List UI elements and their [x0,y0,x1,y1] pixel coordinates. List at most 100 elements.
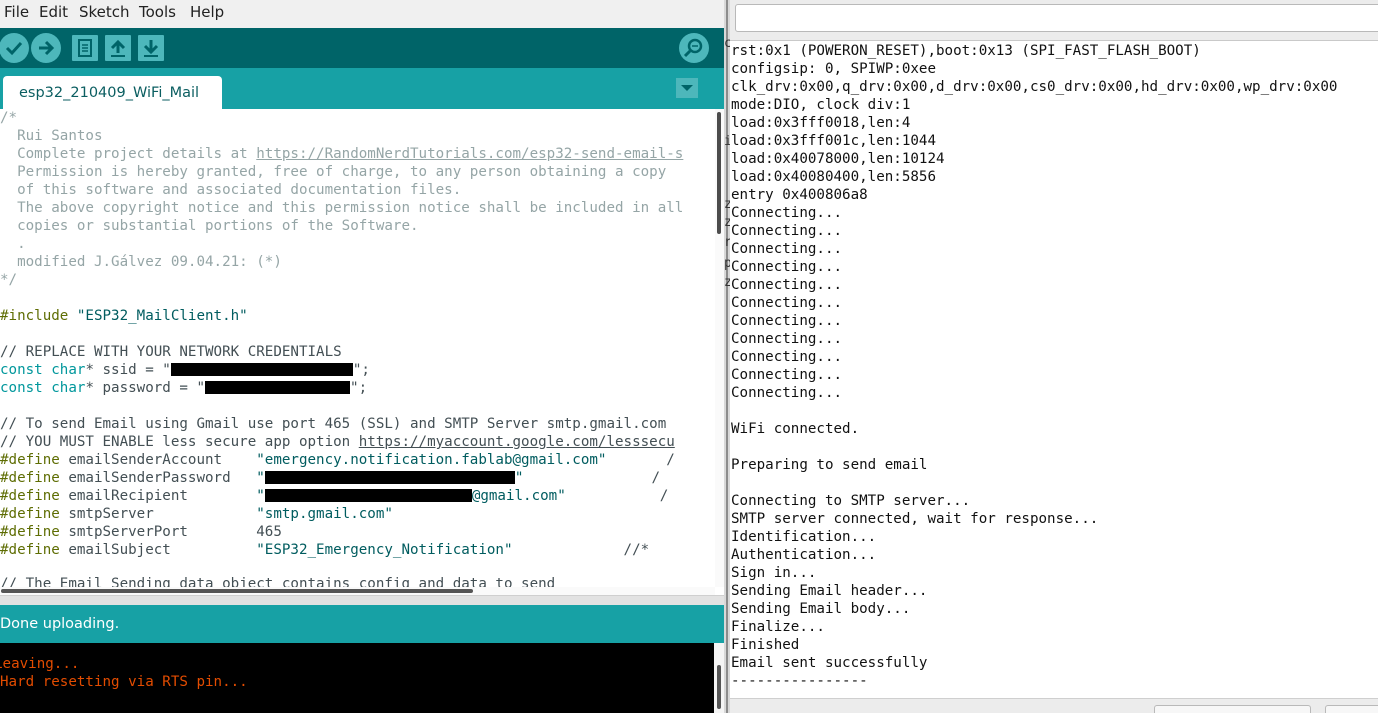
code-text: smtpServerPort [59,524,257,540]
code-keyword: char [51,362,86,378]
serial-line: load:0x40080400,len:5856 [731,169,936,185]
serial-line: Connecting... [731,331,843,347]
code-keyword: #define [0,488,60,504]
code-line: #define emailSubject "ESP32_Emergency_No… [0,541,649,559]
code-string: " [256,470,265,486]
code-keyword: char [51,380,86,396]
code-text: smtpServer [59,506,257,522]
tab-menu-button[interactable] [676,78,698,98]
serial-line: Preparing to send email [731,457,928,473]
serial-line: Connecting... [731,385,843,401]
redaction-bar [205,381,351,394]
code-string: "smtp.gmail.com" [256,506,393,522]
tab-sketch-label: esp32_210409_WiFi_Mail [19,85,200,101]
serial-line: load:0x3fff0018,len:4 [731,115,911,131]
code-line: // YOU MUST ENABLE less secure app optio… [0,433,675,451]
save-icon [143,40,159,57]
code-line: // REPLACE WITH YOUR NETWORK CREDENTIALS [0,344,342,360]
code-string: "emergency.notification.fablab@gmail.com… [256,452,607,468]
serial-line: Connecting... [731,205,843,221]
serial-line: Sending Email body... [731,601,911,617]
code-number: 465 [256,524,282,540]
console-scrollbar[interactable] [714,643,724,713]
scroll-thumb[interactable] [1,589,473,593]
code-text: "; [350,380,368,396]
open-icon [110,39,126,57]
menu-file[interactable]: File [4,3,29,21]
code-text: //* [512,542,650,558]
console-line: Hard resetting via RTS pin... [0,674,248,690]
serial-send-input[interactable] [735,4,1378,32]
code-line: modified J.Gálvez 09.04.21: (*) [0,254,282,270]
code-line: #define emailRecipient " @gmail.com" / [0,487,668,505]
serial-line: Connecting... [731,349,843,365]
menu-help[interactable]: Help [190,3,224,21]
tab-sketch[interactable]: esp32_210409_WiFi_Mail [3,76,222,109]
serial-line: load:0x40078000,len:10124 [731,151,945,167]
serial-line: Connecting... [731,295,843,311]
baud-rate-select[interactable] [1325,705,1378,713]
serial-monitor-button[interactable] [679,33,709,63]
arduino-ide-window: File Edit Sketch Tools Help esp32_210409… [0,0,724,713]
code-text: "; [352,362,370,378]
code-text: // YOU MUST ENABLE less secure app optio… [0,434,359,450]
new-sketch-button[interactable] [72,35,98,61]
autoscroll-control[interactable] [1154,705,1311,713]
save-sketch-button[interactable] [138,35,164,61]
menu-edit[interactable]: Edit [39,3,68,21]
code-line: */ [0,272,18,288]
scroll-thumb[interactable] [717,112,721,234]
code-editor[interactable]: /* Rui Santos Complete project details a… [0,109,724,595]
code-line: // The Email Sending data object contain… [0,576,556,587]
new-icon [78,39,92,57]
console-line: Leaving... [0,656,80,672]
code-string: @gmail.com" [471,488,566,504]
code-line: Rui Santos [0,128,103,144]
code-text: / [606,452,675,468]
code-keyword: const [0,362,43,378]
upload-icon [39,40,55,56]
code-keyword: #define [0,524,60,540]
editor-vertical-scrollbar[interactable] [715,109,724,587]
code-area[interactable]: /* Rui Santos Complete project details a… [0,109,715,587]
redaction-bar [264,471,515,484]
project-link[interactable]: https://RandomNerdTutorials.com/esp32-se… [256,146,683,162]
code-keyword: const [0,380,43,396]
scroll-thumb[interactable] [717,665,721,709]
serial-monitor-window: rst:0x1 (POWERON_RESET),boot:0x13 (SPI_F… [730,0,1378,713]
verify-button[interactable] [0,33,29,63]
open-sketch-button[interactable] [105,35,131,61]
upload-button[interactable] [31,33,61,63]
code-line: . [0,236,26,252]
code-line: /* [0,110,18,126]
code-text: / [565,488,669,504]
status-message: Done uploading. [0,616,120,632]
menu-sketch[interactable]: Sketch [79,3,130,21]
google-link[interactable]: https://myaccount.google.com/lesssecu [359,434,675,450]
serial-line: entry 0x400806a8 [731,187,868,203]
serial-line: WiFi connected. [731,421,860,437]
panel-divider[interactable] [0,595,724,605]
code-keyword: #define [0,506,60,522]
toolbar [0,28,724,68]
serial-line: load:0x3fff001c,len:1044 [731,133,936,149]
code-line: const char* password = " "; [0,379,367,397]
code-keyword: #define [0,470,60,486]
serial-line: configsip: 0, SPIWP:0xee [731,61,936,77]
menu-tools[interactable]: Tools [139,3,176,21]
serial-line: Sending Email header... [731,583,928,599]
code-line: The above copyright notice and this perm… [0,200,684,216]
serial-output[interactable]: rst:0x1 (POWERON_RESET),boot:0x13 (SPI_F… [730,41,1378,697]
serial-monitor-icon [683,38,703,58]
editor-horizontal-scrollbar[interactable] [0,587,715,595]
code-string: "ESP32_Emergency_Notification" [256,542,513,558]
code-text: emailSenderPassword [59,470,257,486]
serial-line: Connecting... [731,223,843,239]
redaction-bar [264,489,472,502]
code-text: * password = " [85,380,206,396]
code-text: emailSenderAccount [59,452,257,468]
serial-options-bar [730,698,1378,713]
code-line: #define emailSenderPassword " " / [0,469,660,487]
